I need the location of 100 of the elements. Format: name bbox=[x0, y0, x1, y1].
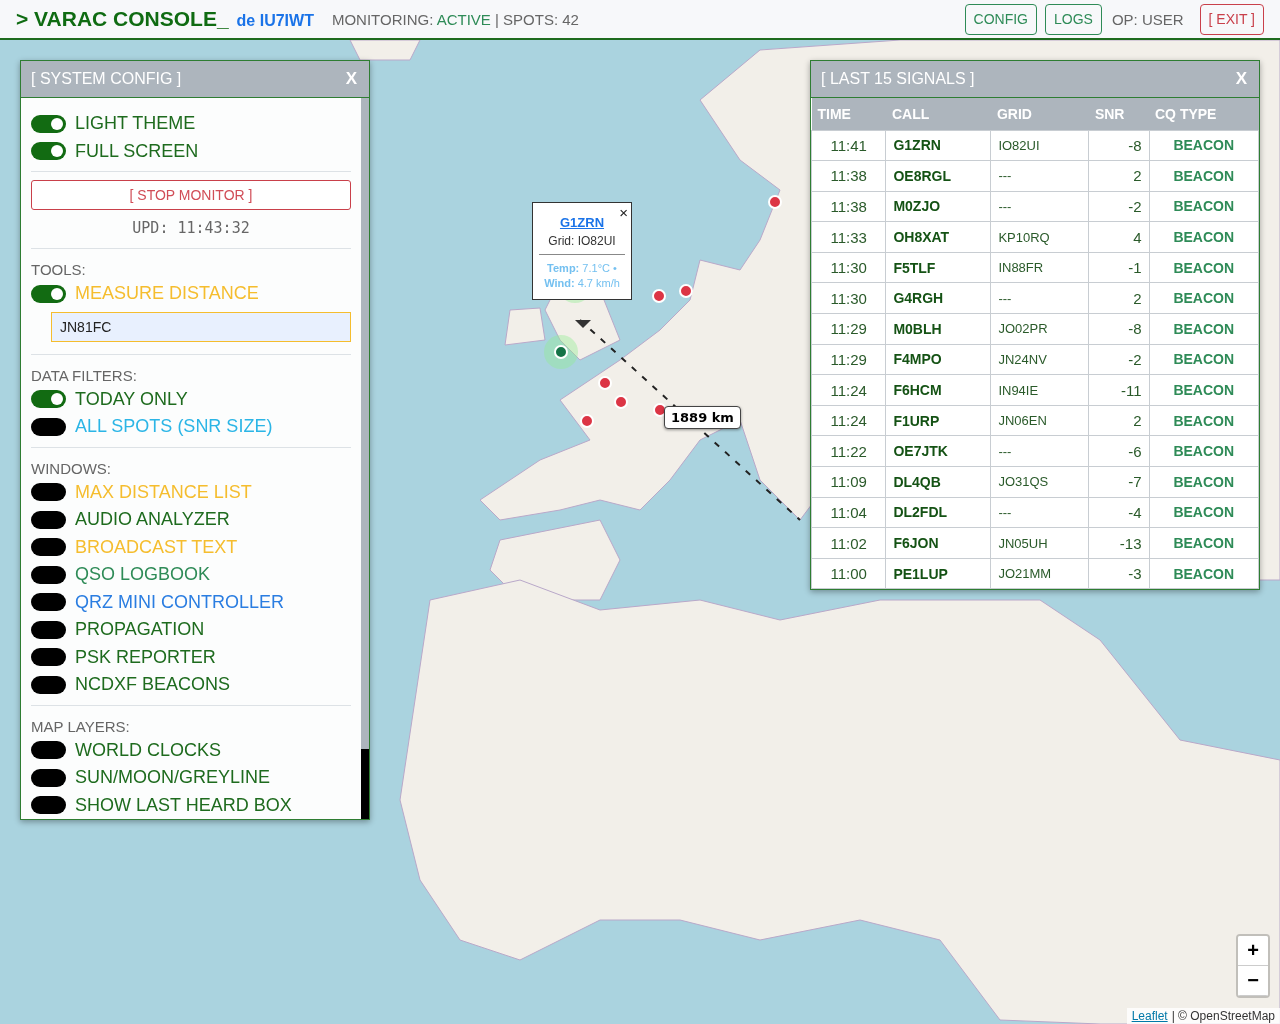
toggle-switch[interactable] bbox=[31, 483, 66, 502]
table-cell: OH8XAT bbox=[885, 221, 991, 253]
toggle-label: PROPAGATION bbox=[75, 619, 205, 641]
table-cell: BEACON bbox=[1149, 221, 1259, 253]
callsign: de IU7IWT bbox=[236, 11, 314, 30]
toggle-label: AUDIO ANALYZER bbox=[75, 509, 230, 531]
update-time: UPD: 11:43:32 bbox=[131, 218, 251, 240]
toggle-label: QSO LOGBOOK bbox=[75, 564, 211, 586]
close-button[interactable]: × bbox=[619, 204, 628, 221]
toggle-label: LIGHT THEME bbox=[75, 113, 196, 135]
section-title: MAP LAYERS: bbox=[31, 716, 131, 737]
panel-title: [ LAST 15 SIGNALS ] bbox=[821, 70, 975, 88]
table-cell: JO31QS bbox=[990, 466, 1089, 498]
toggle-switch[interactable] bbox=[31, 565, 66, 584]
toggle-switch[interactable] bbox=[31, 538, 66, 557]
column-header: CALL bbox=[885, 98, 991, 130]
toggle-switch[interactable] bbox=[31, 593, 66, 612]
table-cell: DL2FDL bbox=[885, 497, 991, 528]
zoom-in-button[interactable]: + bbox=[1238, 936, 1268, 966]
table-cell: BEACON bbox=[1149, 191, 1259, 222]
table-cell: 11:38 bbox=[811, 191, 886, 222]
scrollbar[interactable] bbox=[361, 98, 369, 819]
nav-button[interactable]: CONFIG bbox=[964, 3, 1037, 35]
stop-monitor-button[interactable]: [ STOP MONITOR ] bbox=[31, 180, 351, 211]
popup-pointer bbox=[575, 320, 591, 328]
table-cell: BEACON bbox=[1149, 497, 1259, 528]
toggle-label: BROADCAST TEXT bbox=[75, 536, 238, 558]
table-cell: -8 bbox=[1088, 313, 1149, 345]
toggle-label: QRZ MINI CONTROLLER bbox=[75, 591, 284, 613]
spot-marker[interactable] bbox=[679, 284, 693, 298]
toggle-switch[interactable] bbox=[31, 284, 66, 303]
table-cell: BEACON bbox=[1149, 558, 1259, 589]
grid-text: Grid: IO82UI bbox=[539, 234, 625, 255]
table-cell: -6 bbox=[1088, 435, 1149, 467]
table-cell: JO21MM bbox=[990, 558, 1089, 589]
table-cell: BEACON bbox=[1149, 313, 1259, 345]
attribution-text: | © OpenStreetMap bbox=[1171, 1009, 1275, 1023]
toggle-label: PSK REPORTER bbox=[75, 646, 216, 668]
table-cell: G4RGH bbox=[885, 282, 991, 314]
table-cell: F4MPO bbox=[885, 344, 991, 375]
monitoring-status: MONITORING: ACTIVE | SPOTS: 42 bbox=[331, 10, 579, 28]
table-cell: KP10RQ bbox=[990, 221, 1089, 253]
toggle-switch[interactable] bbox=[31, 768, 66, 787]
nav-button[interactable]: LOGS bbox=[1044, 3, 1102, 35]
column-header: CQ TYPE bbox=[1149, 98, 1259, 130]
toggle-switch[interactable] bbox=[31, 142, 66, 161]
toggle-label: FULL SCREEN bbox=[75, 140, 199, 162]
column-header: SNR bbox=[1088, 98, 1149, 130]
table-cell: 11:29 bbox=[811, 313, 886, 345]
zoom-out-button[interactable]: − bbox=[1238, 966, 1268, 996]
toggle-switch[interactable] bbox=[31, 741, 66, 760]
table-cell: 11:33 bbox=[811, 221, 886, 253]
column-header: GRID bbox=[990, 98, 1089, 130]
callsign-link[interactable]: G1ZRN bbox=[559, 215, 605, 230]
table-cell: 11:22 bbox=[811, 435, 886, 467]
table-cell: -2 bbox=[1088, 344, 1149, 375]
table-cell: F6JON bbox=[885, 527, 991, 559]
table-cell: 11:38 bbox=[811, 160, 886, 192]
toggle-label: MEASURE DISTANCE bbox=[75, 283, 259, 305]
table-cell: 2 bbox=[1088, 405, 1149, 436]
toggle-switch[interactable] bbox=[31, 675, 66, 694]
station-marker[interactable] bbox=[554, 345, 568, 359]
section-title: DATA FILTERS: bbox=[31, 365, 138, 386]
spot-marker[interactable] bbox=[768, 195, 782, 209]
locator-field[interactable]: JN81FC bbox=[51, 311, 351, 342]
table-cell: --- bbox=[990, 497, 1089, 528]
toggle-switch[interactable] bbox=[31, 620, 66, 639]
table-cell: DL4QB bbox=[885, 466, 991, 498]
table-cell: 11:24 bbox=[811, 374, 886, 406]
table-cell: BEACON bbox=[1149, 344, 1259, 375]
toggle-switch[interactable] bbox=[31, 510, 66, 529]
table-cell: G1ZRN bbox=[885, 130, 991, 161]
toggle-label: SHOW LAST HEARD BOX bbox=[75, 794, 292, 816]
table-cell: 11:02 bbox=[811, 527, 886, 559]
table-cell: IO82UI bbox=[990, 130, 1089, 161]
toggle-switch[interactable] bbox=[31, 648, 66, 667]
table-cell: 11:29 bbox=[811, 344, 886, 375]
table-cell: -8 bbox=[1088, 130, 1149, 161]
toggle-switch[interactable] bbox=[31, 796, 66, 815]
toggle-label: WORLD CLOCKS bbox=[75, 739, 222, 761]
spot-marker[interactable] bbox=[652, 289, 666, 303]
table-cell: --- bbox=[990, 282, 1089, 314]
toggle-switch[interactable] bbox=[31, 390, 66, 409]
toggle-switch[interactable] bbox=[31, 114, 66, 133]
map[interactable] bbox=[0, 40, 1280, 1024]
app-title: > VARAC CONSOLE_ bbox=[16, 7, 229, 31]
table-cell: IN88FR bbox=[990, 252, 1089, 283]
table-cell: BEACON bbox=[1149, 466, 1259, 498]
toggle-label: ALL SPOTS (SNR SIZE) bbox=[75, 416, 273, 438]
table-cell: -1 bbox=[1088, 252, 1149, 283]
table-cell: JN05UH bbox=[990, 527, 1089, 559]
attribution-link[interactable]: Leaflet bbox=[1131, 1009, 1168, 1023]
table-cell: M0ZJO bbox=[885, 191, 991, 222]
table-cell: PE1LUP bbox=[885, 558, 991, 589]
operator-label: OP: USER bbox=[1111, 10, 1184, 28]
table-cell: -3 bbox=[1088, 558, 1149, 589]
toggle-switch[interactable] bbox=[31, 417, 66, 436]
exit-button[interactable]: [ EXIT ] bbox=[1199, 3, 1264, 35]
table-cell: OE7JTK bbox=[885, 435, 991, 467]
table-cell: 11:00 bbox=[811, 558, 886, 589]
